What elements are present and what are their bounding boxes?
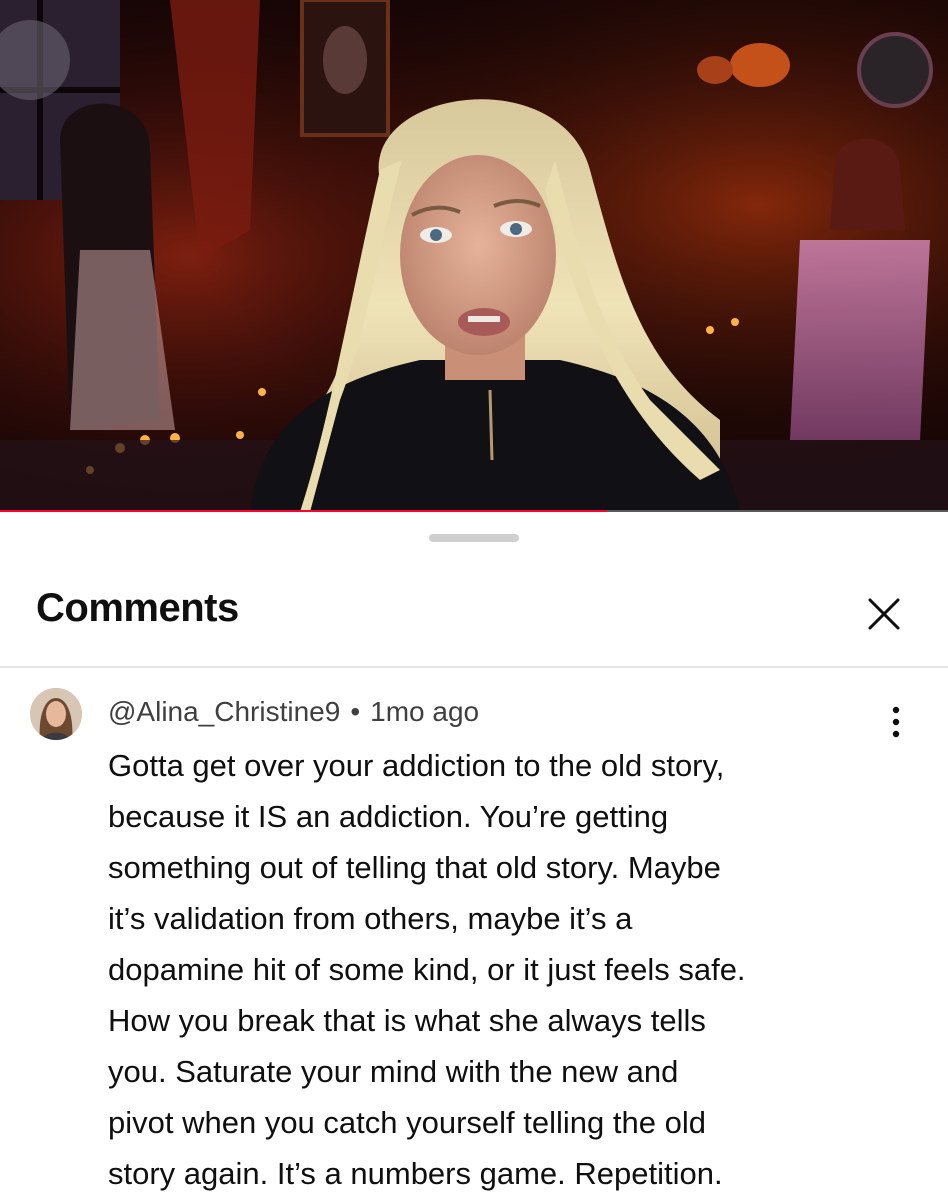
drag-handle[interactable] [429, 534, 519, 542]
comment-text: Gotta get over your addiction to the old… [108, 740, 888, 1199]
comment-author[interactable]: @Alina_Christine9 [108, 696, 340, 727]
comment-text-line: dopamine hit of some kind, or it just fe… [108, 952, 746, 987]
meta-separator: • [350, 696, 361, 727]
video-progress-bar[interactable] [0, 510, 948, 512]
comment-text-line: because it IS an addiction. You’re getti… [108, 799, 669, 834]
comments-screen: Comments @Alina_Christine9 • 1mo ago Got… [0, 0, 948, 1200]
comment-timestamp: 1mo ago [370, 696, 480, 727]
comments-sheet: Comments @Alina_Christine9 • 1mo ago Got… [0, 516, 948, 1200]
avatar-image [30, 688, 82, 740]
comment-text-line: something out of telling that old story.… [108, 850, 721, 885]
comment-more-button[interactable] [876, 700, 916, 744]
sheet-title: Comments [36, 586, 239, 630]
comment-text-line: How you break that is what she always te… [108, 1003, 706, 1038]
video-frame-image [0, 0, 948, 512]
comment-text-line: you. Saturate your mind with the new and [108, 1054, 679, 1089]
more-vertical-icon [892, 706, 900, 738]
comment-text-line: Gotta get over your addiction to the old… [108, 748, 725, 783]
close-button[interactable] [860, 590, 908, 638]
close-icon [868, 598, 900, 630]
comment-text-line: it’s validation from others, maybe it’s … [108, 901, 633, 936]
avatar[interactable] [30, 688, 82, 740]
header-divider [0, 666, 948, 668]
comment-text-line: pivot when you catch yourself telling th… [108, 1105, 706, 1140]
video-progress-fill [0, 510, 607, 512]
comment-text-line: story again. It’s a numbers game. Repeti… [108, 1156, 723, 1191]
comment-meta: @Alina_Christine9 • 1mo ago [108, 696, 479, 728]
video-player[interactable] [0, 0, 948, 512]
